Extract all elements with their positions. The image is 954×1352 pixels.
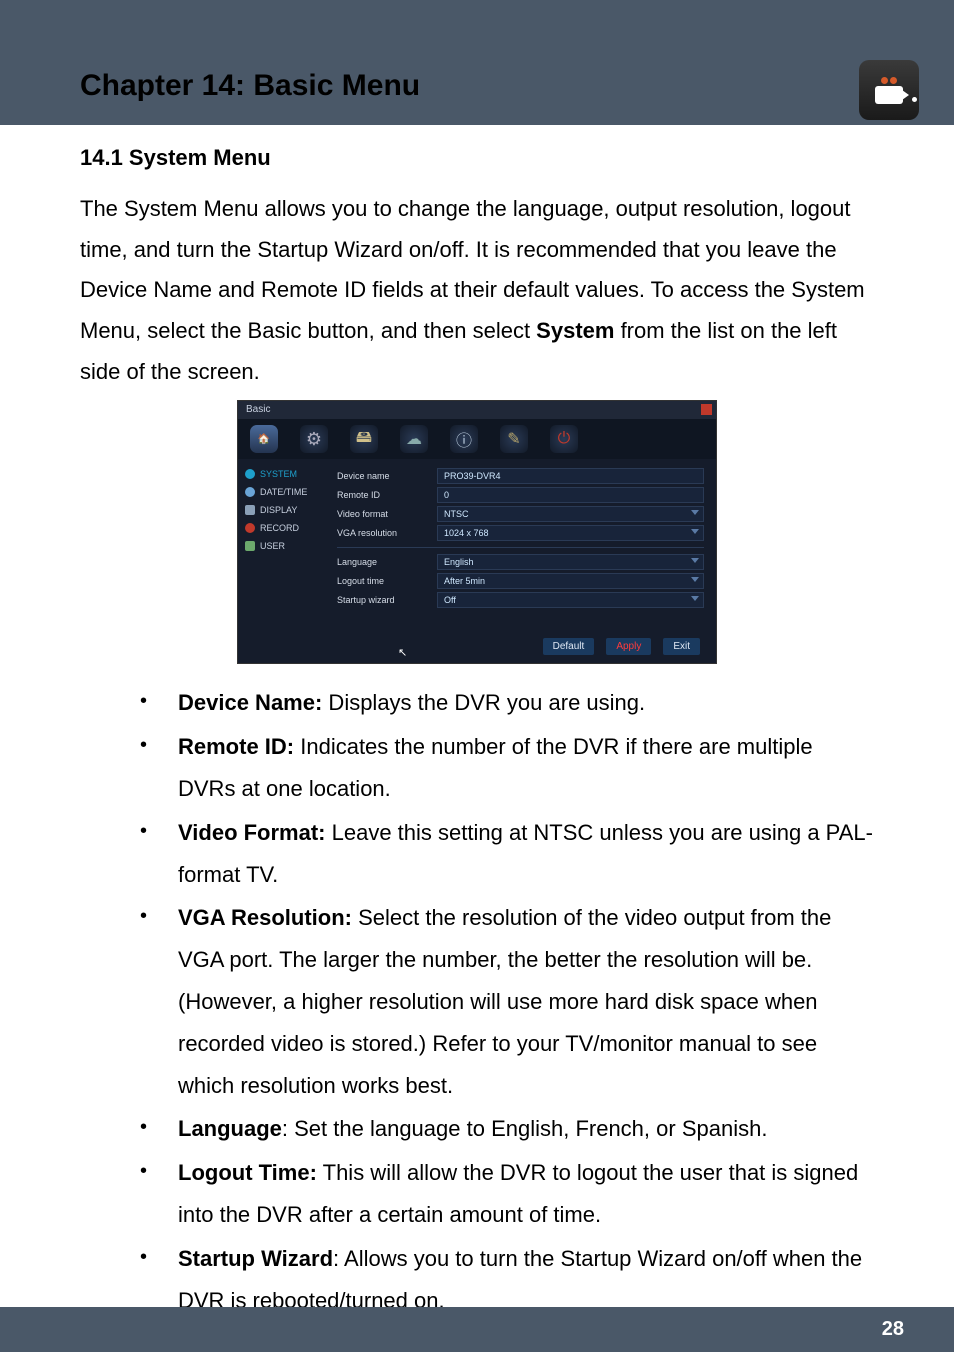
exit-button[interactable]: Exit [663,638,700,655]
setting-label: VGA resolution [337,528,437,538]
setting-label: Video format [337,509,437,519]
sidebar-icon [245,469,255,479]
chevron-down-icon [691,510,699,515]
setting-label: Device name [337,471,437,481]
chapter-header: Chapter 14: Basic Menu [0,0,954,125]
setting-label: Logout time [337,576,437,586]
setting-field[interactable]: After 5min [437,573,704,589]
setting-field[interactable]: PRO39-DVR4 [437,468,704,484]
setting-label: Startup wizard [337,595,437,605]
page-content: 14.1 System Menu The System Menu allows … [0,125,954,1321]
setting-field[interactable]: 1024 x 768 [437,525,704,541]
cursor-icon: ↖ [398,646,407,659]
term: VGA Resolution: [178,905,352,930]
sidebar-label: RECORD [260,523,299,533]
term: Logout Time: [178,1160,317,1185]
description: Displays the DVR you are using. [322,690,645,715]
dvr-screenshot: Basic 🏠 ⚙ 🖴 ☁ ⓘ ✎ ⏻ SYSTEM DATE/TIME DISPL… [237,400,717,664]
chevron-down-icon [691,596,699,601]
sidebar-label: USER [260,541,285,551]
setting-row: VGA resolution1024 x 768 [337,525,704,541]
setting-field[interactable]: English [437,554,704,570]
chevron-down-icon [691,529,699,534]
section-title: 14.1 System Menu [80,145,874,171]
list-item: Video Format: Leave this setting at NTSC… [140,812,874,896]
term: Device Name: [178,690,322,715]
description: : Set the language to English, French, o… [282,1116,768,1141]
window-title: Basic [246,404,270,415]
intro-strong: System [536,318,614,343]
power-icon[interactable]: ⏻ [550,425,578,453]
disk-icon[interactable]: 🖴 [350,425,378,453]
chevron-down-icon [691,577,699,582]
sidebar-icon [245,505,255,515]
list-item: Language: Set the language to English, F… [140,1108,874,1150]
sidebar-label: DATE/TIME [260,487,307,497]
bullet-list: Device Name: Displays the DVR you are us… [80,682,874,1321]
intro-paragraph: The System Menu allows you to change the… [80,189,874,392]
dialog-footer: ↖ Default Apply Exit [238,629,716,663]
default-button[interactable]: Default [543,638,595,655]
term: Startup Wizard [178,1246,333,1271]
setting-row: LanguageEnglish [337,554,704,570]
setting-row: Device namePRO39-DVR4 [337,468,704,484]
apply-button[interactable]: Apply [606,638,651,655]
setting-row: Video formatNTSC [337,506,704,522]
sidebar-icon [245,541,255,551]
sidebar-label: SYSTEM [260,469,297,479]
gear-icon[interactable]: ⚙ [300,425,328,453]
setting-label: Remote ID [337,490,437,500]
page-footer: 28 [0,1307,954,1352]
chevron-down-icon [691,558,699,563]
sidebar-icon [245,487,255,497]
window-titlebar: Basic [238,401,716,419]
sidebar-icon [245,523,255,533]
description: Select the resolution of the video outpu… [178,905,831,1097]
setting-field[interactable]: 0 [437,487,704,503]
home-icon[interactable]: 🏠 [250,425,278,453]
close-icon[interactable] [701,404,712,415]
setting-field[interactable]: NTSC [437,506,704,522]
list-item: Device Name: Displays the DVR you are us… [140,682,874,724]
sidebar-item-date-time[interactable]: DATE/TIME [238,483,333,501]
term: Remote ID: [178,734,294,759]
sidebar-item-user[interactable]: USER [238,537,333,555]
term: Video Format: [178,820,326,845]
info-icon[interactable]: ⓘ [450,425,478,453]
term: Language [178,1116,282,1141]
cloud-icon[interactable]: ☁ [400,425,428,453]
setting-row: Startup wizardOff [337,592,704,608]
chapter-title: Chapter 14: Basic Menu [80,69,420,103]
list-item: VGA Resolution: Select the resolution of… [140,897,874,1106]
sidebar-item-display[interactable]: DISPLAY [238,501,333,519]
sidebar-item-record[interactable]: RECORD [238,519,333,537]
sidebar: SYSTEM DATE/TIME DISPLAY RECORD USER [238,459,333,629]
tools-icon[interactable]: ✎ [500,425,528,453]
sidebar-item-system[interactable]: SYSTEM [238,465,333,483]
toolbar: 🏠 ⚙ 🖴 ☁ ⓘ ✎ ⏻ [238,419,716,459]
list-item: Logout Time: This will allow the DVR to … [140,1152,874,1236]
settings-panel: Device namePRO39-DVR4Remote ID0Video for… [333,459,716,629]
setting-label: Language [337,557,437,567]
page-number: 28 [882,1318,904,1341]
setting-row: Logout timeAfter 5min [337,573,704,589]
sidebar-label: DISPLAY [260,505,297,515]
setting-field[interactable]: Off [437,592,704,608]
list-item: Remote ID: Indicates the number of the D… [140,726,874,810]
separator [337,547,704,548]
setting-row: Remote ID0 [337,487,704,503]
camera-icon [859,60,919,120]
